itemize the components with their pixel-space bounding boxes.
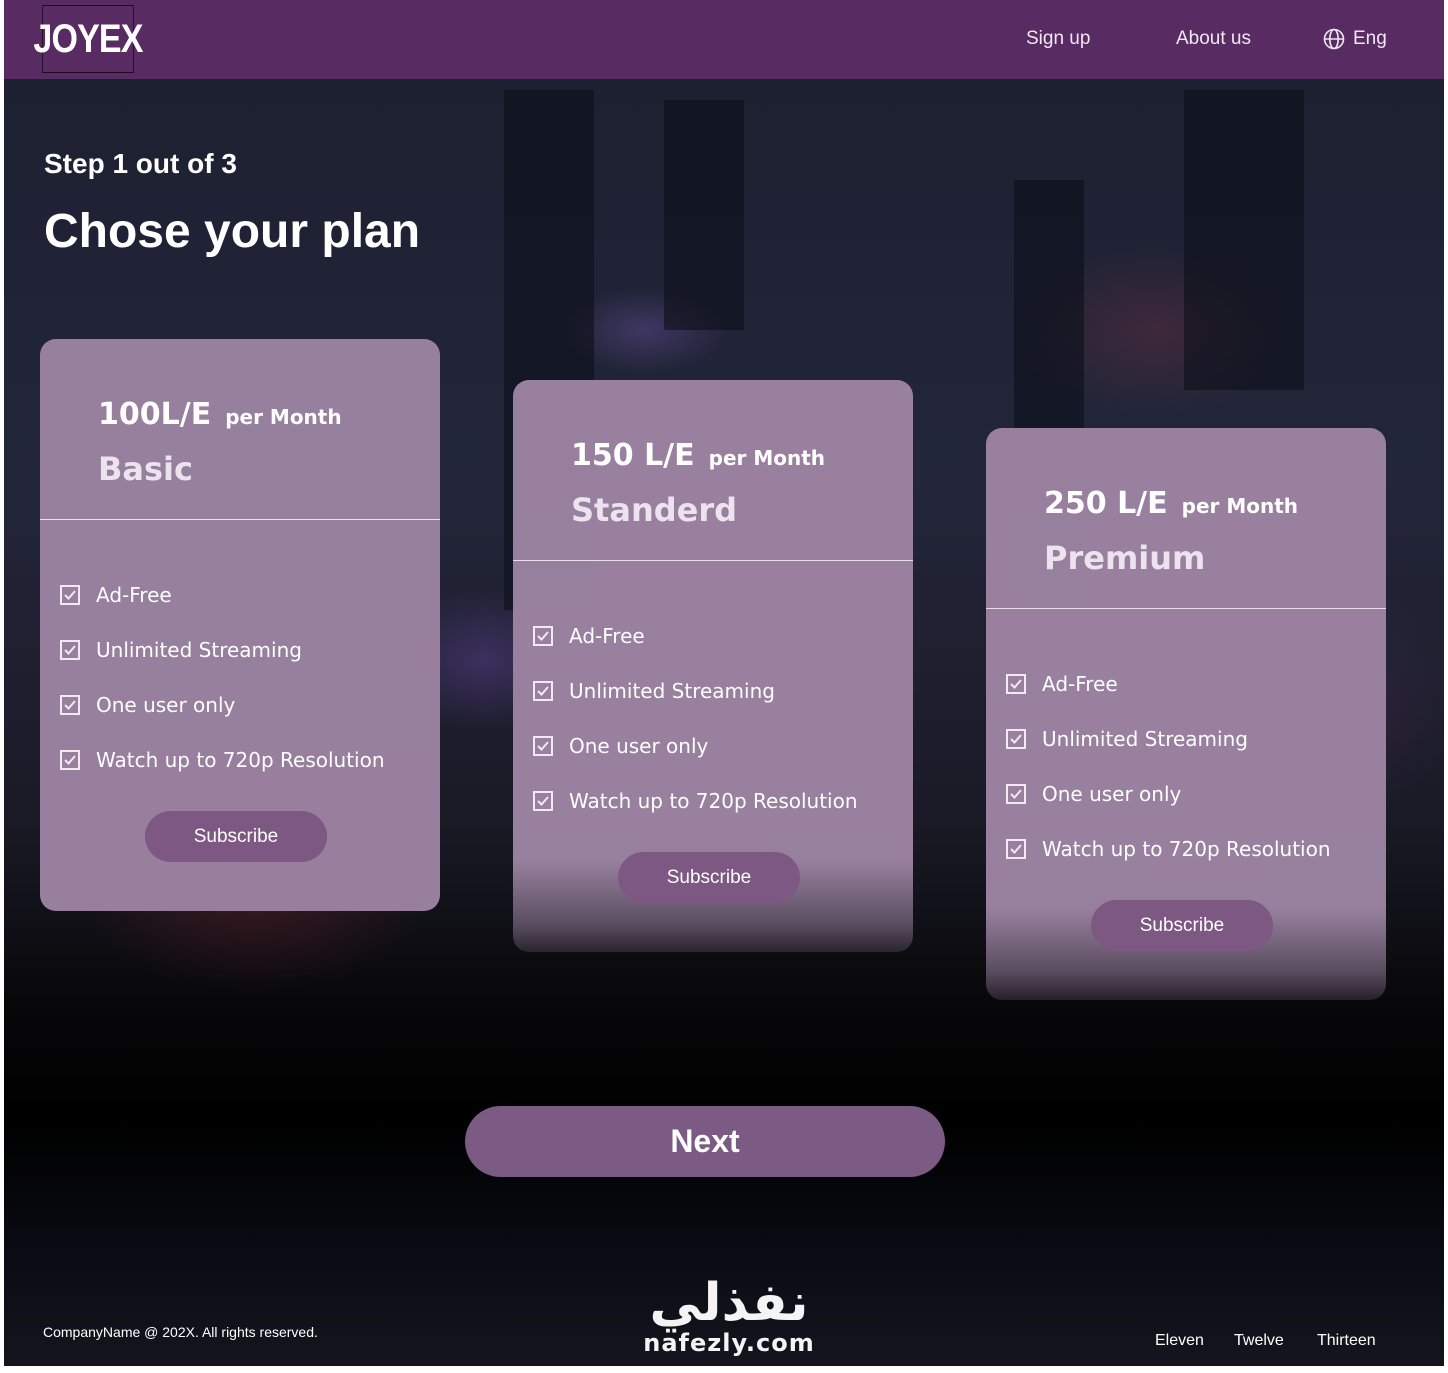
next-button[interactable]: Next [465,1106,945,1177]
feature-item: One user only [1006,766,1331,821]
footer-link-thirteen[interactable]: Thirteen [1317,1332,1376,1350]
checkbox-checked-icon [533,625,553,646]
feature-item: Unlimited Streaming [1006,711,1331,766]
watermark-latin: nafezly.com [643,1329,815,1357]
feature-label: Watch up to 720p Resolution [96,747,385,772]
nav-sign-up-link[interactable]: Sign up [1026,28,1090,50]
feature-label: Ad-Free [569,623,645,648]
feature-label: Ad-Free [96,582,172,607]
plan-divider [986,608,1386,609]
page-background: JOYEX Sign up About us Eng Step 1 out of… [4,0,1444,1366]
plan-divider [513,560,913,561]
plan-period: per Month [1181,494,1299,518]
plan-card-basic: 100L/E per Month Basic Ad-Free Unlimited … [40,339,440,911]
checkbox-checked-icon [1006,728,1026,749]
plan-price: 100L/E [98,397,212,432]
language-selector[interactable]: Eng [1323,28,1387,50]
checkbox-checked-icon [1006,783,1026,804]
feature-label: Unlimited Streaming [96,637,302,662]
watermark-logo: نفذلي nafezly.com [634,1276,824,1366]
feature-item: Ad-Free [533,608,858,663]
background-building [664,100,744,330]
checkbox-checked-icon [60,584,80,605]
plan-features-list: Ad-Free Unlimited Streaming One user onl… [60,567,385,787]
feature-item: Ad-Free [1006,656,1331,711]
feature-label: One user only [569,733,709,758]
plan-price: 150 L/E [571,438,695,473]
subscribe-button-premium[interactable]: Subscribe [1091,900,1273,951]
subscribe-button-basic[interactable]: Subscribe [145,811,327,862]
logo[interactable]: JOYEX [33,5,143,73]
feature-item: Ad-Free [60,567,385,622]
feature-label: One user only [96,692,236,717]
feature-item: Watch up to 720p Resolution [1006,821,1331,876]
feature-label: One user only [1042,781,1182,806]
background-building [1184,90,1304,390]
plan-name: Premium [1044,539,1206,577]
checkbox-checked-icon [1006,838,1026,859]
feature-item: Unlimited Streaming [533,663,858,718]
checkbox-checked-icon [533,735,553,756]
nav-about-us-link[interactable]: About us [1176,28,1251,50]
plan-price: 250 L/E [1044,486,1168,521]
top-navigation-bar: JOYEX Sign up About us Eng [4,0,1444,79]
checkbox-checked-icon [60,639,80,660]
feature-label: Unlimited Streaming [1042,726,1248,751]
feature-item: Watch up to 720p Resolution [533,773,858,828]
plan-features-list: Ad-Free Unlimited Streaming One user onl… [533,608,858,828]
plan-header: 100L/E per Month Basic [98,397,420,488]
feature-item: One user only [533,718,858,773]
footer-link-eleven[interactable]: Eleven [1155,1332,1204,1350]
plan-header: 150 L/E per Month Standerd [571,438,893,529]
feature-label: Ad-Free [1042,671,1118,696]
page-title: Chose your plan [44,205,421,258]
globe-icon [1323,28,1345,50]
plan-name: Standerd [571,491,738,529]
plan-card-premium: 250 L/E per Month Premium Ad-Free Unlimit… [986,428,1386,1000]
checkbox-checked-icon [60,694,80,715]
plan-header: 250 L/E per Month Premium [1044,486,1366,577]
checkbox-checked-icon [533,680,553,701]
feature-label: Unlimited Streaming [569,678,775,703]
footer-copyright: CompanyName @ 202X. All rights reserved. [43,1324,318,1340]
language-label: Eng [1353,28,1387,49]
step-indicator: Step 1 out of 3 [44,148,237,179]
checkbox-checked-icon [1006,673,1026,694]
plan-features-list: Ad-Free Unlimited Streaming One user onl… [1006,656,1331,876]
feature-label: Watch up to 720p Resolution [1042,836,1331,861]
feature-item: Unlimited Streaming [60,622,385,677]
plan-card-standard: 150 L/E per Month Standerd Ad-Free Unlimi… [513,380,913,952]
feature-item: Watch up to 720p Resolution [60,732,385,787]
footer-link-twelve[interactable]: Twelve [1234,1332,1284,1350]
subscribe-button-standard[interactable]: Subscribe [618,852,800,903]
plan-period: per Month [708,446,826,470]
checkbox-checked-icon [533,790,553,811]
feature-label: Watch up to 720p Resolution [569,788,858,813]
plan-period: per Month [225,405,342,429]
feature-item: One user only [60,677,385,732]
plan-name: Basic [98,450,193,488]
watermark-arabic: نفذلي [649,1273,809,1333]
plan-divider [40,519,440,520]
checkbox-checked-icon [60,749,80,770]
